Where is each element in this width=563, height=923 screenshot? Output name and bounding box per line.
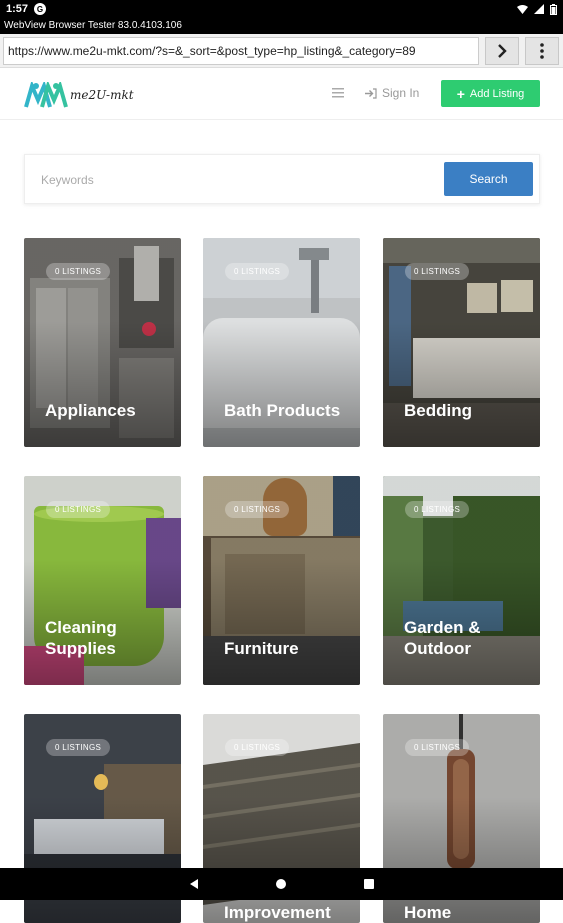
status-icons (517, 3, 557, 15)
status-time: 1:57 (6, 3, 29, 15)
site-logo[interactable]: me2U-mkt (24, 80, 154, 110)
wifi-icon (517, 5, 528, 14)
category-card-cleaning-supplies[interactable]: 0 LISTINGS Cleaning Supplies (24, 476, 181, 685)
home-icon[interactable] (275, 879, 286, 889)
site-header: me2U-mkt Sign In + Add Listing (0, 68, 563, 120)
category-card-furniture[interactable]: 0 LISTINGS Furniture (203, 476, 360, 685)
browser-toolbar: https://www.me2u-mkt.com/?s=&_sort=&post… (0, 34, 563, 68)
more-vertical-icon (540, 42, 544, 59)
category-label: Bedding (404, 401, 472, 420)
hamburger-icon[interactable] (330, 85, 346, 101)
signal-icon (534, 4, 544, 14)
add-listing-button[interactable]: + Add Listing (441, 80, 540, 107)
plus-icon: + (456, 85, 465, 102)
category-label: Garden & Outdoor (404, 618, 481, 658)
sign-in-link[interactable]: Sign In (365, 84, 419, 102)
listing-count-badge: 0 LISTINGS (225, 739, 290, 756)
search-form: Search (24, 154, 540, 204)
category-label: Bath Products (224, 401, 341, 420)
listing-count-badge: 0 LISTINGS (46, 739, 111, 756)
category-label: Cleaning Supplies (45, 618, 117, 658)
listing-count-badge: 0 LISTINGS (46, 263, 111, 280)
chevron-right-icon (498, 43, 507, 58)
status-bar: 1:57 G (0, 0, 563, 18)
sign-in-label: Sign In (382, 86, 420, 100)
add-listing-label: Add Listing (469, 87, 525, 100)
system-navigation-bar (0, 868, 563, 900)
back-icon[interactable] (189, 879, 198, 889)
logo-text: me2U-mkt (70, 88, 134, 102)
listing-count-badge: 0 LISTINGS (225, 501, 290, 518)
go-button[interactable] (485, 36, 519, 65)
listing-count-badge: 0 LISTINGS (405, 739, 470, 756)
category-card-appliances[interactable]: 0 LISTINGS Appliances (24, 238, 181, 447)
category-label: Appliances (45, 401, 136, 420)
more-options-button[interactable] (525, 36, 559, 65)
category-label: Home (404, 903, 452, 922)
logo-mark-icon (24, 82, 68, 108)
category-label: Furniture (224, 639, 299, 658)
battery-icon (550, 3, 557, 15)
recent-apps-icon[interactable] (363, 879, 374, 889)
sign-in-icon (365, 87, 377, 99)
listing-count-badge: 0 LISTINGS (405, 501, 470, 518)
listing-count-badge: 0 LISTINGS (46, 501, 111, 518)
keywords-input[interactable] (41, 169, 421, 191)
category-card-garden-outdoor[interactable]: 0 LISTINGS Garden & Outdoor (383, 476, 540, 685)
url-input[interactable]: https://www.me2u-mkt.com/?s=&_sort=&post… (3, 36, 479, 65)
listing-count-badge: 0 LISTINGS (225, 263, 290, 280)
google-icon: G (34, 3, 47, 15)
app-title: WebView Browser Tester 83.0.4103.106 (0, 18, 563, 34)
category-card-bedding[interactable]: 0 LISTINGS Bedding (383, 238, 540, 447)
search-button[interactable]: Search (444, 162, 533, 196)
category-card-bath-products[interactable]: 0 LISTINGS Bath Products (203, 238, 360, 447)
listing-count-badge: 0 LISTINGS (405, 263, 470, 280)
